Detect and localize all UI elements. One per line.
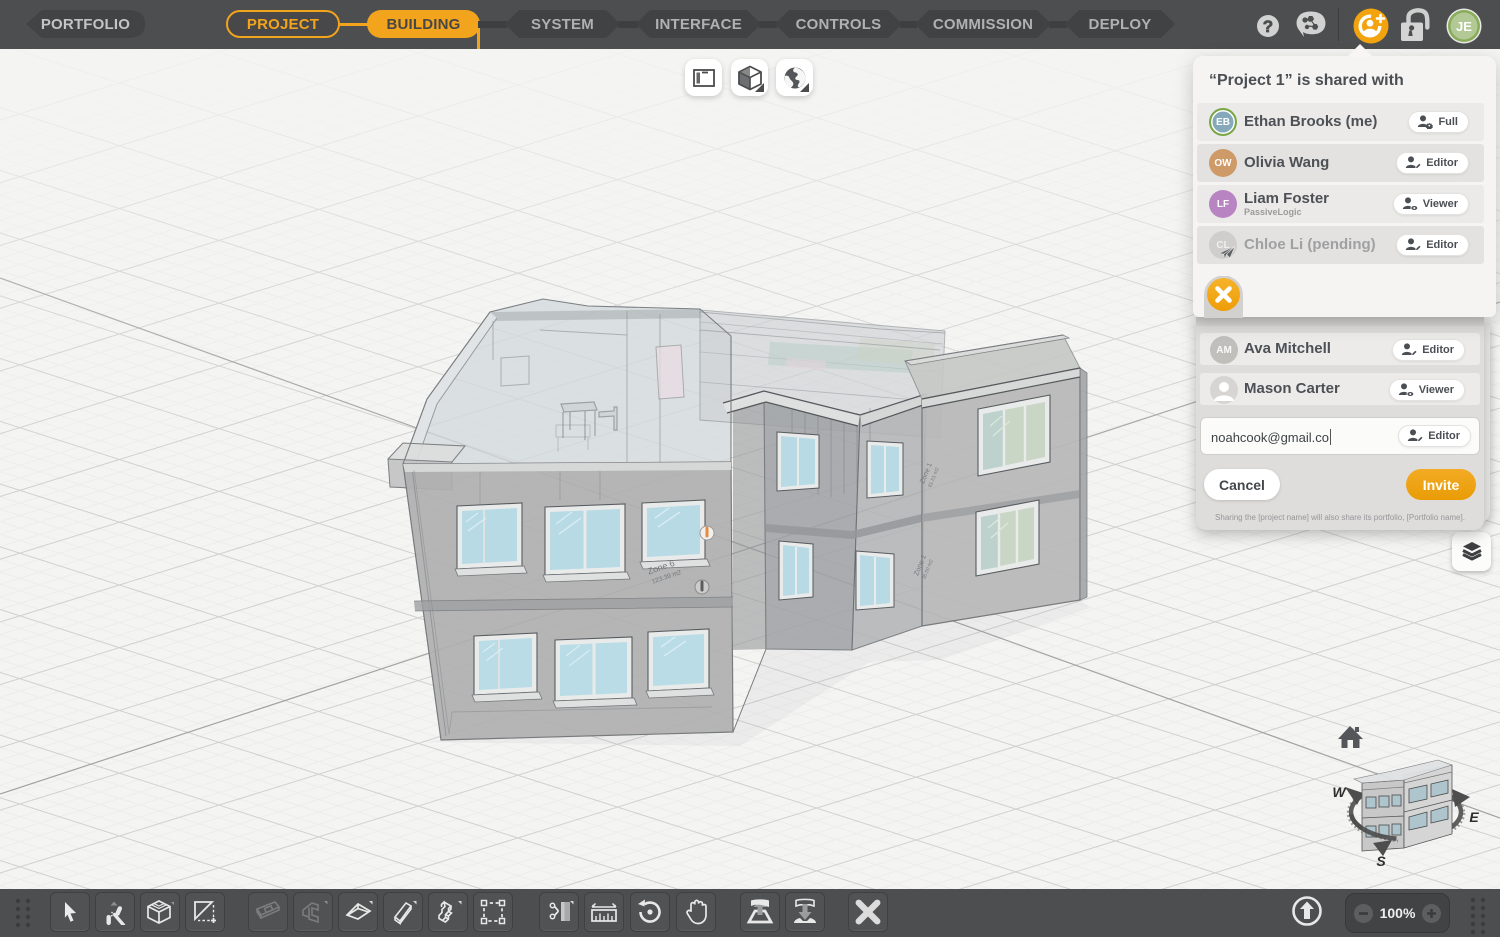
svg-text:?: ? — [1263, 17, 1273, 36]
svg-text:S: S — [1376, 853, 1386, 869]
svg-text:E: E — [1469, 809, 1479, 825]
svg-text:JE: JE — [1456, 19, 1472, 34]
svg-text:W: W — [1332, 784, 1347, 800]
